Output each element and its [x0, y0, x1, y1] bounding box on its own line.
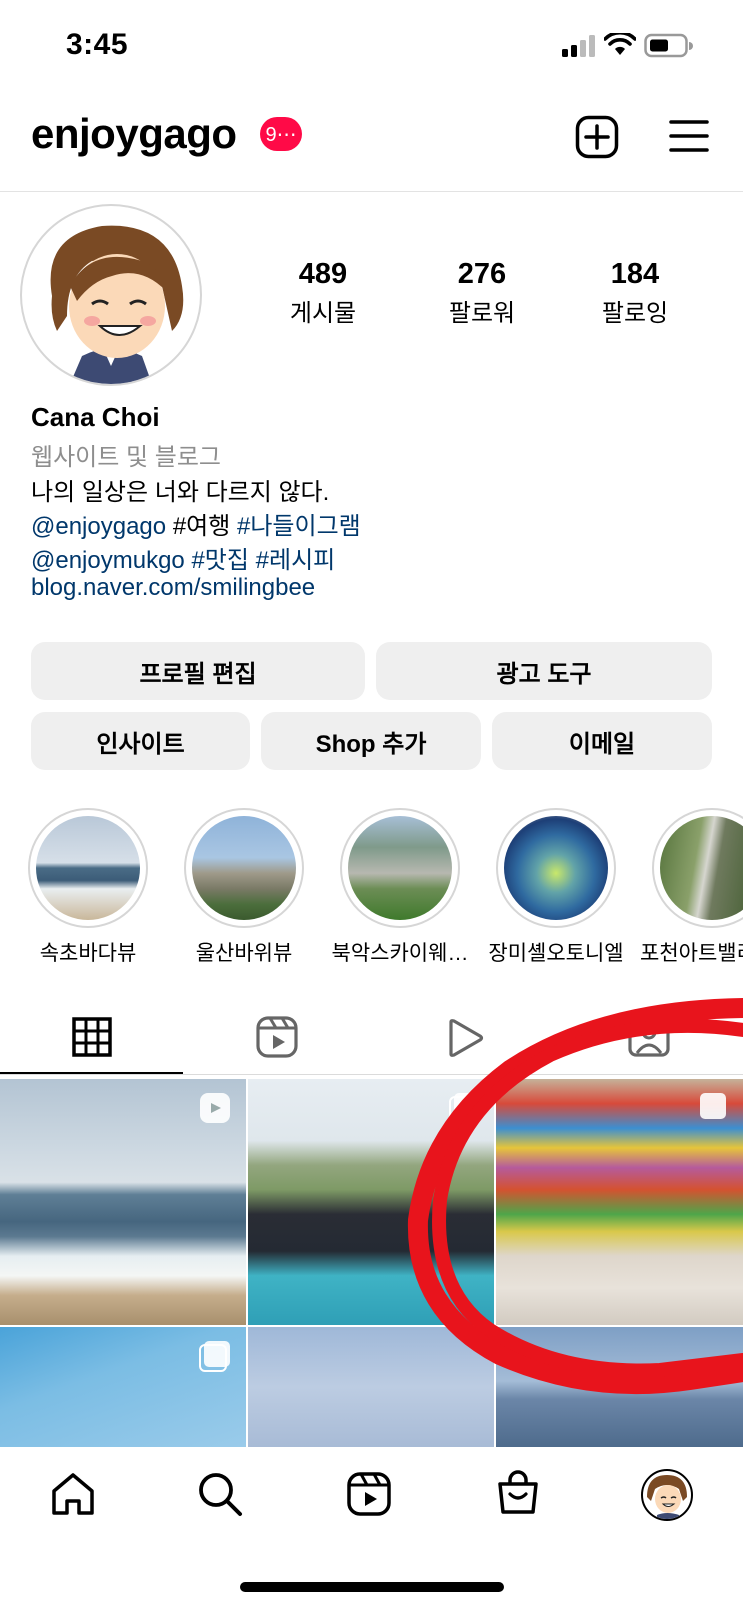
- bio-mention-link[interactable]: @enjoygago: [31, 513, 166, 540]
- profile-avatar[interactable]: [641, 1469, 693, 1521]
- reels-icon[interactable]: [347, 1472, 391, 1516]
- highlight-ulsan-rock[interactable]: [184, 808, 304, 928]
- stat-followers-count: 276: [457, 258, 507, 290]
- stat-following[interactable]: 184 팔로잉: [575, 258, 695, 328]
- wifi-icon: [604, 33, 636, 55]
- reels-icon: [200, 1093, 230, 1123]
- bio-hashtag-link[interactable]: #레시피: [256, 547, 336, 574]
- reels-icon[interactable]: [256, 1016, 298, 1058]
- stat-posts[interactable]: 489 게시물: [263, 258, 383, 328]
- profile-username[interactable]: enjoygago: [31, 110, 237, 158]
- bio-hashtag-link[interactable]: #나들이그램: [237, 513, 361, 540]
- highlight-bugak-skyway[interactable]: [340, 808, 460, 928]
- battery-icon: [644, 33, 693, 58]
- post-thumbnail[interactable]: [248, 1327, 494, 1447]
- stat-followers-label: 팔로워: [448, 300, 516, 327]
- highlight-label: 장미셸오토니엘: [488, 942, 624, 965]
- home-icon[interactable]: [50, 1471, 96, 1517]
- tab-divider: [0, 1074, 743, 1075]
- highlight-sokcho-sea[interactable]: [28, 808, 148, 928]
- stat-followers[interactable]: 276 팔로워: [422, 258, 542, 328]
- search-icon[interactable]: [197, 1471, 243, 1517]
- edit-profile-button[interactable]: 프로필 편집: [31, 642, 365, 700]
- highlight-label: 포천아트밸리: [640, 942, 743, 965]
- post-thumbnail[interactable]: [248, 1079, 494, 1325]
- stat-posts-count: 489: [298, 258, 348, 290]
- highlight-pocheon-art-valley[interactable]: [652, 808, 743, 928]
- highlight-label: 북악스카이웨…: [331, 942, 469, 965]
- bio-text: 나의 일상은 너와 다르지 않다.: [31, 479, 330, 506]
- multiple-photos-icon: [199, 1341, 230, 1372]
- bio-line-3: @enjoymukgo #맛집 #레시피: [31, 540, 335, 575]
- menu-icon[interactable]: [669, 118, 709, 154]
- home-indicator[interactable]: [240, 1582, 504, 1592]
- bio-hashtag-link[interactable]: #맛집: [191, 547, 249, 574]
- notification-badge[interactable]: 9⋯: [260, 117, 302, 151]
- bio-hashtag[interactable]: #여행: [173, 513, 231, 540]
- grid-icon[interactable]: [72, 1017, 112, 1057]
- multiple-photos-icon: [700, 1093, 726, 1119]
- profile-category: 웹사이트 및 블로그: [31, 444, 221, 471]
- highlight-label: 속초바다뷰: [39, 942, 137, 965]
- bio-line-2: @enjoygago #여행 #나들이그램: [31, 506, 361, 541]
- multiple-photos-icon: [449, 1093, 480, 1124]
- profile-avatar[interactable]: [20, 204, 202, 386]
- video-play-icon[interactable]: [446, 1018, 484, 1058]
- add-shop-button[interactable]: Shop 추가: [261, 712, 481, 770]
- stat-posts-label: 게시물: [289, 300, 357, 327]
- cellular-signal-icon: [562, 35, 595, 57]
- post-thumbnail[interactable]: [496, 1079, 743, 1325]
- highlight-label: 울산바위뷰: [195, 942, 293, 965]
- highlight-jean-michel-othoniel[interactable]: [496, 808, 616, 928]
- post-thumbnail[interactable]: [0, 1079, 246, 1325]
- insights-button[interactable]: 인사이트: [31, 712, 250, 770]
- bio-mention-link[interactable]: @enjoymukgo: [31, 547, 185, 574]
- post-thumbnail[interactable]: [496, 1327, 743, 1447]
- stat-following-label: 팔로잉: [601, 300, 669, 327]
- stat-following-count: 184: [610, 258, 660, 290]
- profile-name: Cana Choi: [31, 402, 160, 432]
- header-divider: [0, 191, 743, 192]
- new-post-icon[interactable]: [575, 115, 619, 159]
- tagged-icon[interactable]: [628, 1015, 670, 1057]
- website-link[interactable]: blog.naver.com/smilingbee: [31, 574, 315, 602]
- shop-icon[interactable]: [496, 1470, 540, 1516]
- email-button[interactable]: 이메일: [492, 712, 712, 770]
- ad-tools-button[interactable]: 광고 도구: [376, 642, 712, 700]
- status-time: 3:45: [66, 28, 129, 61]
- post-thumbnail[interactable]: [0, 1327, 246, 1447]
